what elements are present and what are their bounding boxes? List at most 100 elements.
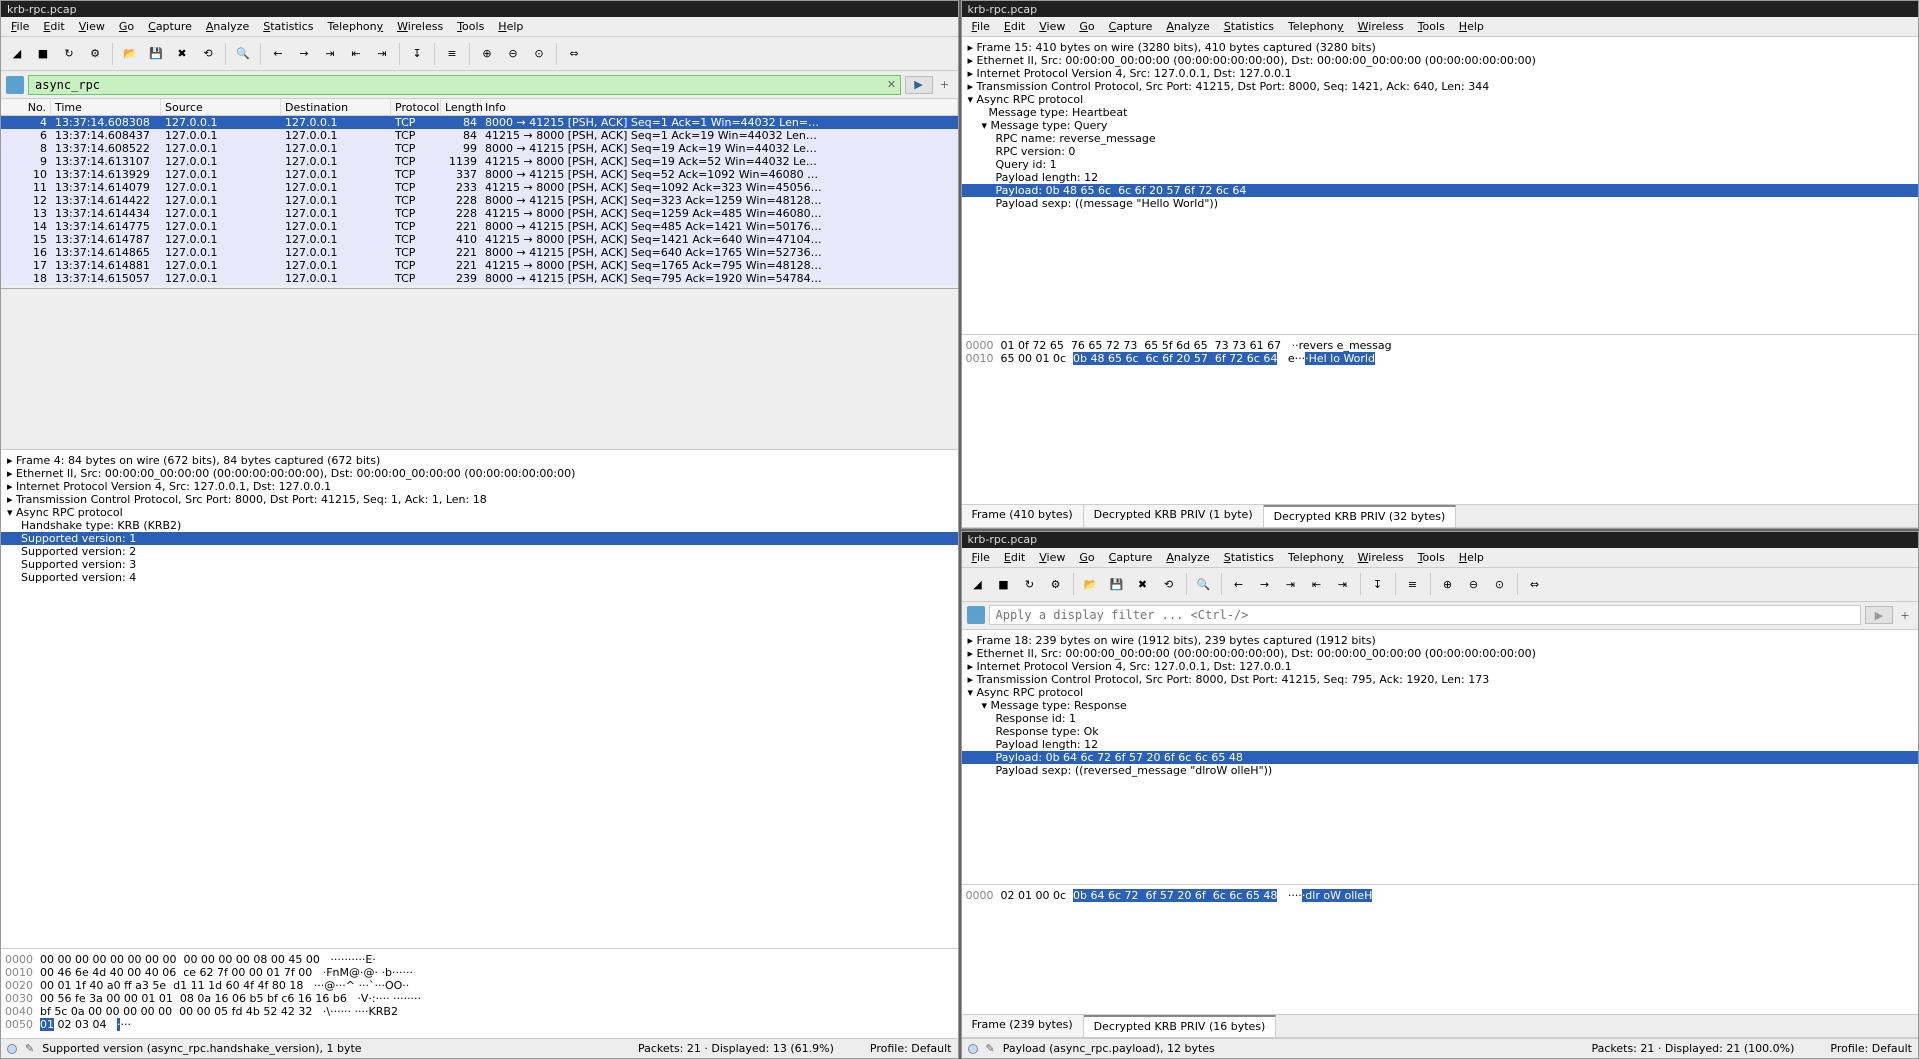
byte-view-tab[interactable]: Decrypted KRB PRIV (1 byte) <box>1084 505 1264 527</box>
open-icon[interactable]: 📂 <box>1079 572 1103 596</box>
profile[interactable]: Profile: Default <box>1830 1042 1912 1055</box>
open-icon[interactable]: 📂 <box>118 42 142 66</box>
menu-telephony[interactable]: Telephony <box>1282 550 1350 565</box>
first-icon[interactable]: ⇤ <box>344 42 368 66</box>
tree-node[interactable]: ▸ Ethernet II, Src: 00:00:00_00:00:00 (0… <box>1 467 958 480</box>
packet-details-tree[interactable]: ▸ Frame 15: 410 bytes on wire (3280 bits… <box>962 37 1919 334</box>
menu-statistics[interactable]: Statistics <box>1218 19 1280 34</box>
menu-edit[interactable]: Edit <box>998 550 1031 565</box>
apply-filter-icon[interactable]: ▶ <box>1865 606 1893 624</box>
menu-go[interactable]: Go <box>113 19 140 34</box>
jump-icon[interactable]: ⇥ <box>318 42 342 66</box>
toolbar[interactable]: ◢■↻⚙📂💾✖⟲🔍←→⇥⇤⇥↧≡⊕⊖⊙⇔ <box>1 37 958 71</box>
add-filter-button[interactable]: + <box>937 78 953 91</box>
tree-node[interactable]: ▾ Async RPC protocol <box>962 686 1919 699</box>
menu-go[interactable]: Go <box>1073 550 1100 565</box>
next-icon[interactable]: → <box>292 42 316 66</box>
filter-bookmark-icon[interactable] <box>967 606 985 624</box>
packet-list[interactable]: No.TimeSourceDestinationProtocolLengthIn… <box>1 99 958 289</box>
tree-node[interactable]: ▸ Transmission Control Protocol, Src Por… <box>1 493 958 506</box>
hex-row[interactable]: 0010 65 00 01 0c 0b 48 65 6c 6c 6f 20 57… <box>966 352 1915 365</box>
tree-node[interactable]: ▸ Ethernet II, Src: 00:00:00_00:00:00 (0… <box>962 54 1919 67</box>
tree-node[interactable]: Response type: Ok <box>962 725 1919 738</box>
shark-fin-icon[interactable]: ◢ <box>5 42 29 66</box>
packet-bytes-hex[interactable]: 0000 01 0f 72 65 76 65 72 73 65 5f 6d 65… <box>962 334 1919 504</box>
byte-view-tab[interactable]: Frame (239 bytes) <box>962 1015 1084 1037</box>
find-icon[interactable]: 🔍 <box>1192 572 1216 596</box>
stop-icon[interactable]: ■ <box>992 572 1016 596</box>
close-file-icon[interactable]: ✖ <box>170 42 194 66</box>
zoom-reset-icon[interactable]: ⊙ <box>1488 572 1512 596</box>
resize-columns-icon[interactable]: ⇔ <box>562 42 586 66</box>
tree-node[interactable]: ▸ Frame 18: 239 bytes on wire (1912 bits… <box>962 634 1919 647</box>
menu-statistics[interactable]: Statistics <box>1218 550 1280 565</box>
table-row[interactable]: 913:37:14.613107127.0.0.1127.0.0.1TCP113… <box>1 155 958 168</box>
clear-filter-icon[interactable]: ✕ <box>883 76 901 94</box>
zoom-in-icon[interactable]: ⊕ <box>475 42 499 66</box>
restart-icon[interactable]: ↻ <box>57 42 81 66</box>
restart-icon[interactable]: ↻ <box>1018 572 1042 596</box>
tree-node[interactable]: Supported version: 1 <box>1 532 958 545</box>
table-row[interactable]: 1713:37:14.614881127.0.0.1127.0.0.1TCP22… <box>1 259 958 272</box>
menu-analyze[interactable]: Analyze <box>200 19 255 34</box>
table-row[interactable]: 1813:37:14.615057127.0.0.1127.0.0.1TCP23… <box>1 272 958 285</box>
menu-edit[interactable]: Edit <box>998 19 1031 34</box>
packet-bytes-hex[interactable]: 0000 00 00 00 00 00 00 00 00 00 00 00 00… <box>1 948 958 1038</box>
auto-scroll-icon[interactable]: ↧ <box>405 42 429 66</box>
tree-node[interactable]: RPC name: reverse_message <box>962 132 1919 145</box>
packet-bytes-hex[interactable]: 0000 02 01 00 0c 0b 64 6c 72 6f 57 20 6f… <box>962 884 1919 1014</box>
toolbar[interactable]: ◢■↻⚙📂💾✖⟲🔍←→⇥⇤⇥↧≡⊕⊖⊙⇔ <box>962 568 1919 602</box>
display-filter-input[interactable] <box>989 605 1862 625</box>
menu-statistics[interactable]: Statistics <box>257 19 319 34</box>
add-filter-button[interactable]: + <box>1897 609 1913 622</box>
menu-tools[interactable]: Tools <box>451 19 490 34</box>
shark-fin-icon[interactable]: ◢ <box>966 572 990 596</box>
tree-node[interactable]: ▸ Ethernet II, Src: 00:00:00_00:00:00 (0… <box>962 647 1919 660</box>
reload-icon[interactable]: ⟲ <box>196 42 220 66</box>
colorize-icon[interactable]: ≡ <box>1401 572 1425 596</box>
tree-node[interactable]: ▸ Frame 15: 410 bytes on wire (3280 bits… <box>962 41 1919 54</box>
menu-view[interactable]: View <box>1033 550 1071 565</box>
table-row[interactable]: 813:37:14.608522127.0.0.1127.0.0.1TCP998… <box>1 142 958 155</box>
tree-node[interactable]: Payload: 0b 64 6c 72 6f 57 20 6f 6c 6c 6… <box>962 751 1919 764</box>
byte-view-tab[interactable]: Decrypted KRB PRIV (16 bytes) <box>1084 1015 1277 1037</box>
packet-list-header[interactable]: No.TimeSourceDestinationProtocolLengthIn… <box>1 99 958 116</box>
packet-details-tree[interactable]: ▸ Frame 4: 84 bytes on wire (672 bits), … <box>1 449 958 948</box>
tree-node[interactable]: Handshake type: KRB (KRB2) <box>1 519 958 532</box>
close-file-icon[interactable]: ✖ <box>1131 572 1155 596</box>
save-icon[interactable]: 💾 <box>144 42 168 66</box>
table-row[interactable]: 1213:37:14.614422127.0.0.1127.0.0.1TCP22… <box>1 194 958 207</box>
auto-scroll-icon[interactable]: ↧ <box>1366 572 1390 596</box>
menu-help[interactable]: Help <box>1453 550 1490 565</box>
zoom-out-icon[interactable]: ⊖ <box>501 42 525 66</box>
hex-row[interactable]: 0050 01 02 03 04 ···· <box>5 1018 954 1031</box>
hex-row[interactable]: 0030 00 56 fe 3a 00 00 01 01 08 0a 16 06… <box>5 992 954 1005</box>
prev-icon[interactable]: ← <box>266 42 290 66</box>
table-row[interactable]: 1313:37:14.614434127.0.0.1127.0.0.1TCP22… <box>1 207 958 220</box>
menu-file[interactable]: File <box>966 19 996 34</box>
tree-node[interactable]: Payload length: 12 <box>962 738 1919 751</box>
tree-node[interactable]: ▾ Async RPC protocol <box>1 506 958 519</box>
tree-node[interactable]: ▸ Internet Protocol Version 4, Src: 127.… <box>1 480 958 493</box>
menubar[interactable]: FileEditViewGoCaptureAnalyzeStatisticsTe… <box>962 548 1919 568</box>
next-icon[interactable]: → <box>1253 572 1277 596</box>
menu-go[interactable]: Go <box>1073 19 1100 34</box>
options-icon[interactable]: ⚙ <box>83 42 107 66</box>
hex-row[interactable]: 0000 00 00 00 00 00 00 00 00 00 00 00 00… <box>5 953 954 966</box>
tree-node[interactable]: Supported version: 2 <box>1 545 958 558</box>
tree-node[interactable]: ▸ Transmission Control Protocol, Src Por… <box>962 80 1919 93</box>
menu-wireless[interactable]: Wireless <box>391 19 449 34</box>
filter-bookmark-icon[interactable] <box>6 76 24 94</box>
menu-help[interactable]: Help <box>492 19 529 34</box>
menu-edit[interactable]: Edit <box>37 19 70 34</box>
menu-wireless[interactable]: Wireless <box>1352 19 1410 34</box>
menu-analyze[interactable]: Analyze <box>1160 19 1215 34</box>
menu-telephony[interactable]: Telephony <box>1282 19 1350 34</box>
stop-icon[interactable]: ■ <box>31 42 55 66</box>
reload-icon[interactable]: ⟲ <box>1157 572 1181 596</box>
first-icon[interactable]: ⇤ <box>1305 572 1329 596</box>
last-icon[interactable]: ⇥ <box>370 42 394 66</box>
menu-file[interactable]: File <box>5 19 35 34</box>
menu-capture[interactable]: Capture <box>142 19 198 34</box>
display-filter-input[interactable] <box>28 75 901 95</box>
